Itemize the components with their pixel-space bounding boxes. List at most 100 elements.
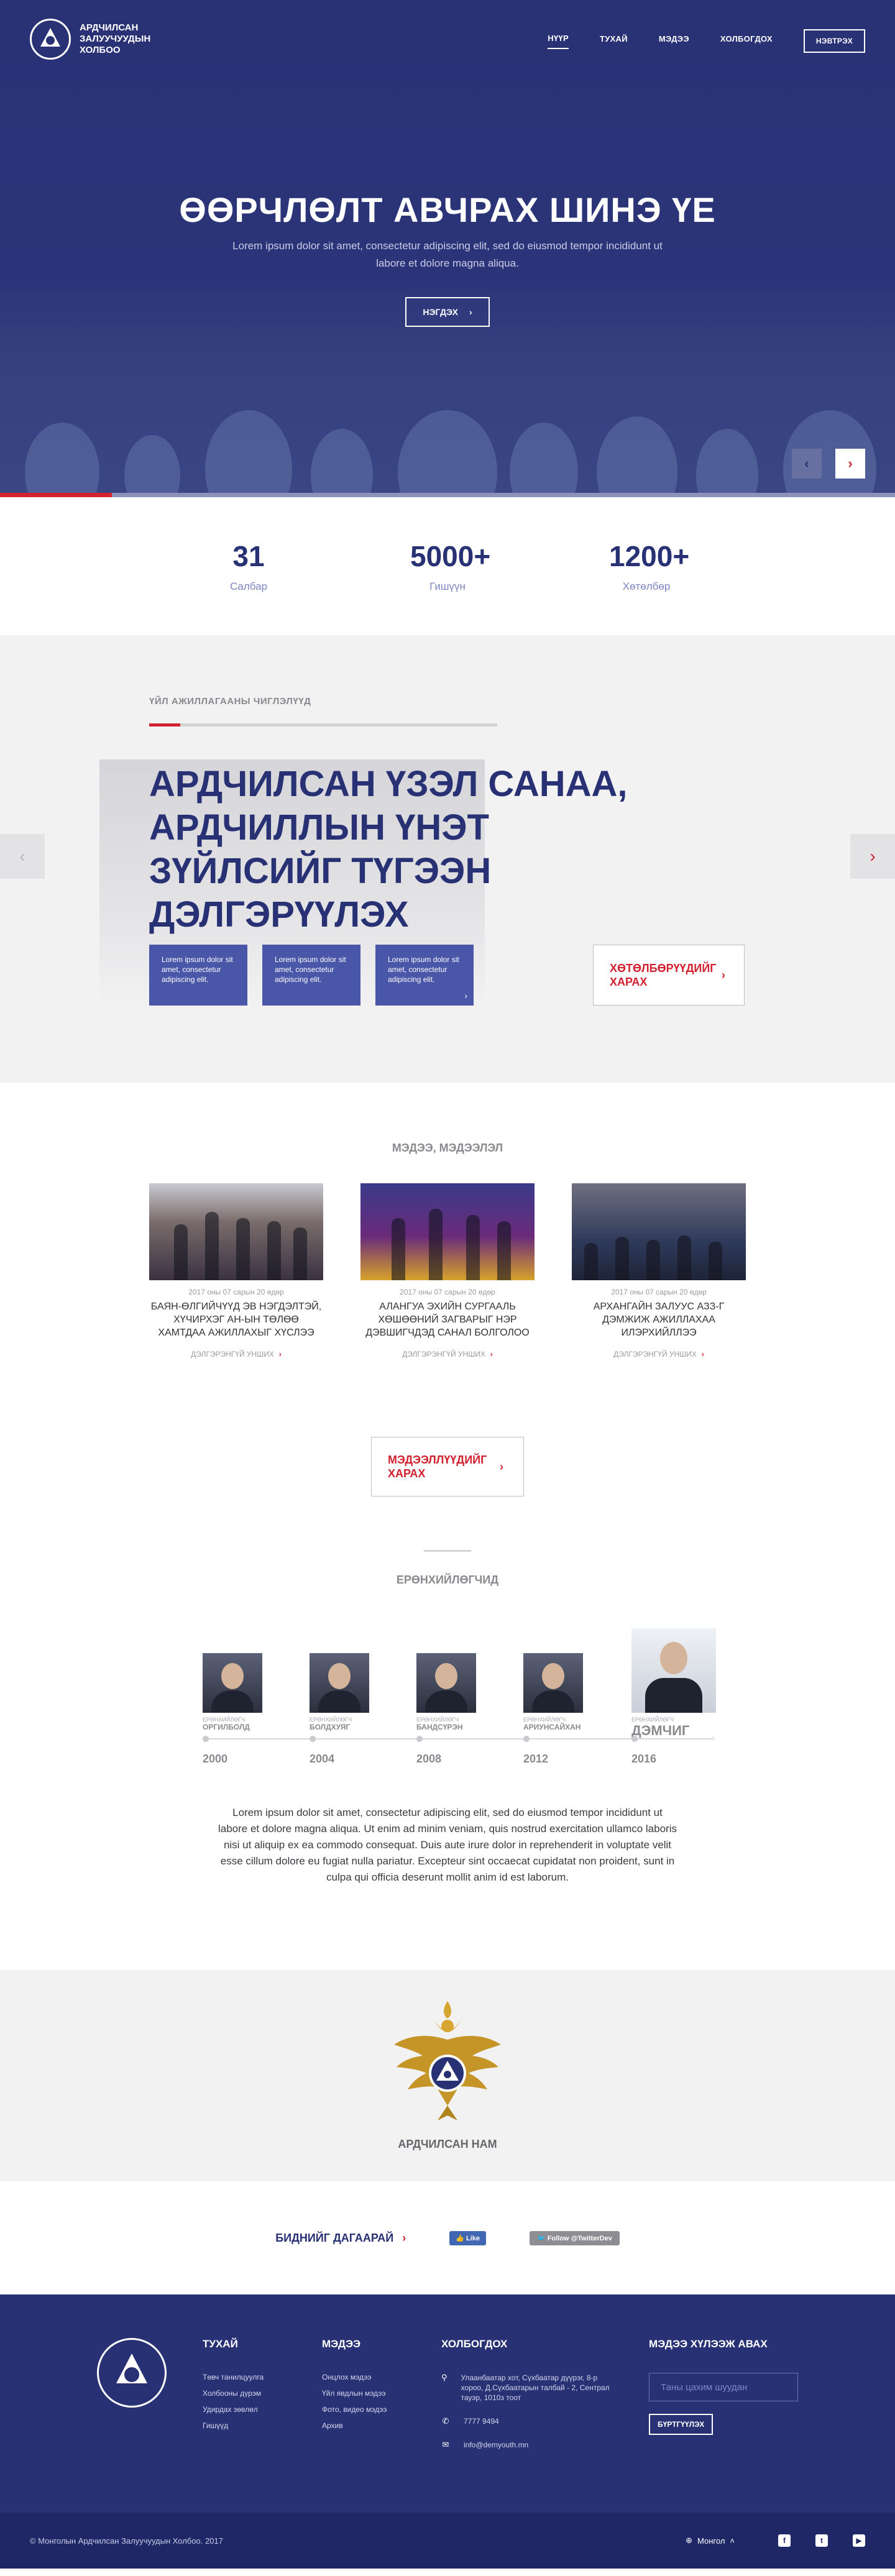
- chevron-right-icon: ›: [469, 307, 472, 317]
- chevron-right-icon: ›: [701, 1350, 704, 1359]
- news-item[interactable]: 2017 оны 07 сарын 20 өдөр АЛАНГУА ЭХИЙН …: [360, 1183, 535, 1359]
- news-title[interactable]: АРХАНГАЙН ЗАЛУУС АЗЗ-Г ДЭМЖИЖ АЖИЛЛАХАА …: [572, 1300, 746, 1341]
- news-title[interactable]: АЛАНГУА ЭХИЙН СУРГААЛЬ ХӨШӨӨНИЙ ЗАГВАРЫГ…: [360, 1300, 535, 1341]
- read-more-label: ДЭЛГЭРЭНГҮЙ УНШИХ: [402, 1350, 485, 1359]
- nav-about[interactable]: ТУХАЙ: [600, 34, 628, 48]
- leader-photo[interactable]: [203, 1653, 262, 1713]
- leader-item[interactable]: ЕРӨНХИЙЛӨГЧ ОРГИЛБОЛД: [203, 1653, 277, 1731]
- leader-item[interactable]: ЕРӨНХИЙЛӨГЧ БОЛДХУЯГ: [310, 1653, 384, 1731]
- leaders-section: ЕРӨНХИЙЛӨГЧИД ЕРӨНХИЙЛӨГЧ ОРГИЛБОЛД ЕРӨН…: [0, 1572, 895, 1970]
- leaders-heading: ЕРӨНХИЙЛӨГЧИД: [396, 1574, 499, 1586]
- follow-us-link[interactable]: БИДНИЙГ ДАГААРАЙ ›: [275, 2232, 406, 2245]
- leader-photo[interactable]: [523, 1653, 583, 1713]
- footer-link[interactable]: Үйл явдлын мэдээ: [322, 2389, 387, 2398]
- news-grid: 2017 оны 07 сарын 20 өдөр БАЯН-ӨЛГИЙЧҮҮД…: [149, 1183, 746, 1359]
- read-more-link[interactable]: ДЭЛГЭРЭНГҮЙ УНШИХ ›: [149, 1350, 323, 1359]
- footer-link[interactable]: Онцлох мэдээ: [322, 2373, 387, 2381]
- join-button[interactable]: НЭГДЭХ ›: [405, 297, 490, 327]
- carousel-prev-button[interactable]: ‹: [0, 834, 45, 879]
- news-item[interactable]: 2017 оны 07 сарын 20 өдөр АРХАНГАЙН ЗАЛУ…: [572, 1183, 746, 1359]
- leader-item-active[interactable]: ЕРӨНХИЙЛӨГЧ ДЭМЧИГ: [631, 1628, 725, 1739]
- address-text: Улаанбаатар хот, Сүхбаатар дүүрэг, 8-р х…: [461, 2373, 610, 2402]
- party-section: АРДЧИЛСАН НАМ: [0, 1970, 895, 2181]
- timeline-dot[interactable]: [416, 1736, 423, 1742]
- section-divider: [424, 1550, 471, 1552]
- news-section: МЭДЭЭ, МЭДЭЭЛЭЛ 2017 оны 07 сарын 20 өдө…: [0, 1083, 895, 1572]
- nav-home[interactable]: НҮҮР: [548, 34, 569, 49]
- leader-role: ЕРӨНХИЙЛӨГЧ: [203, 1717, 246, 1723]
- nav-contact[interactable]: ХОЛБОГДОХ: [720, 34, 773, 48]
- timeline-dot[interactable]: [631, 1736, 638, 1742]
- footer-link[interactable]: Удирдах зөвлөл: [203, 2405, 264, 2414]
- stat-label: Салбар: [229, 580, 268, 592]
- slider-progress: [0, 493, 112, 497]
- leader-photo[interactable]: [310, 1653, 369, 1713]
- footer-link[interactable]: Төвч танилцуулга: [203, 2373, 264, 2381]
- view-news-label: МЭДЭЭЛЛҮҮДИЙГ ХАРАХ: [388, 1454, 487, 1480]
- footer-link[interactable]: Холбооны дүрэм: [203, 2389, 264, 2398]
- footer-link[interactable]: Гишүүд: [203, 2421, 264, 2430]
- footer-heading: МЭДЭЭ ХҮЛЭЭЖ АВАХ: [649, 2338, 768, 2350]
- footer-link[interactable]: Фото, видео мэдээ: [322, 2405, 387, 2414]
- login-button[interactable]: НЭВТРЭХ: [803, 29, 865, 53]
- newsletter-email-input[interactable]: [649, 2373, 798, 2401]
- leader-photo[interactable]: [631, 1628, 716, 1713]
- hero-content: ӨӨРЧЛӨЛТ АВЧРАХ ШИНЭ ҮЕ Lorem ipsum dolo…: [0, 190, 895, 327]
- twitter-icon[interactable]: t: [815, 2534, 828, 2547]
- news-image[interactable]: [360, 1183, 535, 1280]
- phone-icon: ✆: [442, 2416, 449, 2426]
- subscribe-button[interactable]: БҮРТГҮҮЛЭХ: [649, 2414, 714, 2435]
- facebook-icon[interactable]: f: [778, 2534, 791, 2547]
- read-more-link[interactable]: ДЭЛГЭРЭНГҮЙ УНШИХ ›: [572, 1350, 746, 1359]
- timeline-dot[interactable]: [523, 1736, 530, 1742]
- hero: Ардчилсан Залуучуудын Холбоо НҮҮР ТУХАЙ …: [0, 0, 895, 497]
- slider-controls: ‹ ›: [792, 449, 865, 479]
- language-selector[interactable]: ⊕ Монгол ˄: [686, 2536, 735, 2546]
- timeline-dot[interactable]: [203, 1736, 209, 1742]
- section-underline: [149, 723, 497, 727]
- direction-card[interactable]: Lorem ipsum dolor sit amet, consectetur …: [262, 945, 360, 1006]
- leader-role: ЕРӨНХИЙЛӨГЧ: [310, 1717, 352, 1723]
- footer-logo-icon[interactable]: [97, 2338, 167, 2408]
- slider-next-button[interactable]: ›: [835, 449, 865, 479]
- direction-card[interactable]: Lorem ipsum dolor sit amet, consectetur …: [375, 945, 474, 1006]
- leader-item[interactable]: ЕРӨНХИЙЛӨГЧ БАНДСҮРЭН: [416, 1653, 491, 1731]
- copyright-right: ⊕ Монгол ˄ f t ▶: [686, 2534, 865, 2547]
- leader-role: ЕРӨНХИЙЛӨГЧ: [631, 1717, 674, 1723]
- leader-name: ДЭМЧИГ: [631, 1723, 690, 1738]
- leader-photo[interactable]: [416, 1653, 476, 1713]
- stat-value: 31: [232, 540, 265, 572]
- globe-icon: ⊕: [686, 2536, 693, 2545]
- footer-newsletter: МЭДЭЭ ХҮЛЭЭЖ АВАХ БҮРТГҮҮЛЭХ: [649, 2338, 810, 2435]
- email-text[interactable]: info@demyouth.mn: [464, 2440, 528, 2450]
- stat-label: Гишүүн: [429, 580, 466, 592]
- news-image[interactable]: [149, 1183, 323, 1280]
- news-image[interactable]: [572, 1183, 746, 1280]
- logo[interactable]: Ардчилсан Залуучуудын Холбоо: [30, 19, 167, 60]
- footer-link[interactable]: Архив: [322, 2421, 387, 2430]
- hero-title: ӨӨРЧЛӨЛТ АВЧРАХ ШИНЭ ҮЕ: [179, 190, 716, 229]
- read-more-link[interactable]: ДЭЛГЭРЭНГҮЙ УНШИХ ›: [360, 1350, 535, 1359]
- news-item[interactable]: 2017 оны 07 сарын 20 өдөр БАЯН-ӨЛГИЙЧҮҮД…: [149, 1183, 323, 1359]
- footer-heading: ТУХАЙ: [203, 2338, 238, 2350]
- leader-item[interactable]: ЕРӨНХИЙЛӨГЧ АРИУНСАЙХАН: [523, 1653, 598, 1731]
- twitter-follow-button[interactable]: 🐦 Follow @TwitterDev: [530, 2230, 620, 2245]
- nav-news[interactable]: МЭДЭЭ: [659, 34, 689, 48]
- slider-prev-button[interactable]: ‹: [792, 449, 822, 479]
- view-news-button[interactable]: МЭДЭЭЛЛҮҮДИЙГ ХАРАХ ›: [371, 1437, 524, 1497]
- copyright-bar: © Монголын Ардчилсан Залуучуудын Холбоо.…: [0, 2513, 895, 2569]
- view-programs-label: ХӨТӨЛБӨРҮҮДИЙГ ХАРАХ: [610, 962, 717, 988]
- facebook-like-button[interactable]: 👍 Like: [449, 2230, 486, 2245]
- youtube-icon[interactable]: ▶: [853, 2534, 865, 2547]
- direction-card[interactable]: Lorem ipsum dolor sit amet, consectetur …: [149, 945, 247, 1006]
- stat-members: 5000+ Гишүүн: [410, 539, 490, 593]
- news-date: 2017 оны 07 сарын 20 өдөр: [188, 1288, 284, 1296]
- news-title[interactable]: БАЯН-ӨЛГИЙЧҮҮД ЭВ НЭГДЭЛТЭЙ, ХҮЧИРХЭГ АН…: [149, 1300, 323, 1341]
- footer-heading: ХОЛБОГДОХ: [441, 2338, 508, 2350]
- phone-text[interactable]: 7777 9494: [464, 2416, 499, 2426]
- directions-section: ҮЙЛ АЖИЛЛАГААНЫ ЧИГЛЭЛҮҮД АРДЧИЛСАН ҮЗЭЛ…: [0, 635, 895, 1083]
- view-programs-button[interactable]: ХӨТӨЛБӨРҮҮДИЙГ ХАРАХ ›: [593, 945, 745, 1006]
- chevron-right-icon: ›: [402, 2231, 406, 2244]
- timeline-dot[interactable]: [310, 1736, 316, 1742]
- carousel-next-button[interactable]: ›: [850, 834, 895, 879]
